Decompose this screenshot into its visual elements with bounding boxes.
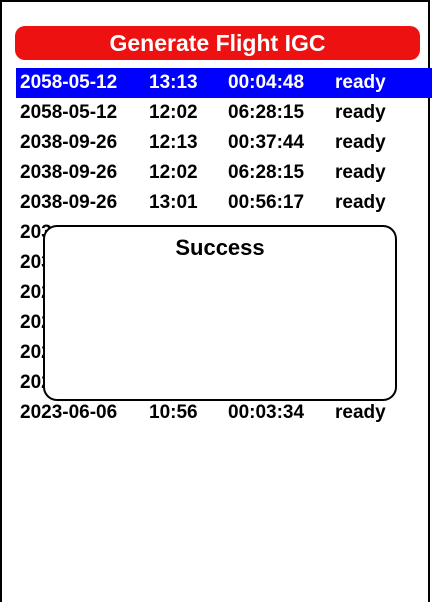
flight-status: ready [335,192,386,213]
flight-status: ready [335,162,386,183]
flight-duration: 06:28:15 [228,162,305,183]
flight-status: ready [335,132,386,153]
page-title: Generate Flight IGC [109,29,326,56]
flight-duration: 06:28:15 [228,102,305,123]
flight-status: ready [335,402,386,423]
flight-row[interactable]: 2038-09-26 12:13 00:37:44 ready [16,128,432,158]
flight-row[interactable]: 2058-05-12 13:13 00:04:48 ready [16,68,432,98]
dialog-message: Success [175,235,265,260]
success-dialog[interactable]: Success [43,225,397,401]
flight-row[interactable]: 2023-06-06 10:56 00:03:34 ready [16,398,432,428]
flight-time: 13:01 [149,192,198,213]
flight-date: 2058-05-12 [20,72,118,93]
flight-duration: 00:03:34 [228,402,305,423]
flight-time: 12:13 [149,132,198,153]
flight-duration: 00:04:48 [228,72,305,93]
flight-status: ready [335,72,386,93]
screen-frame: Generate Flight IGC 2058-05-12 13:13 00:… [0,0,432,602]
flight-status: ready [335,102,386,123]
flight-duration: 00:56:17 [228,192,305,213]
flight-row[interactable]: 2038-09-26 13:01 00:56:17 ready [16,188,432,218]
flight-time: 12:02 [149,162,198,183]
flight-time: 10:56 [149,402,198,423]
flight-row[interactable]: 2058-05-12 12:02 06:28:15 ready [16,98,432,128]
flight-row[interactable]: 2038-09-26 12:02 06:28:15 ready [16,158,432,188]
flight-duration: 00:37:44 [228,132,305,153]
flight-date: 2038-09-26 [20,192,118,213]
flight-date: 2038-09-26 [20,162,118,183]
flight-date: 2058-05-12 [20,102,118,123]
title-bar: Generate Flight IGC [15,26,420,60]
flight-date: 2038-09-26 [20,132,118,153]
flight-time: 13:13 [149,72,198,93]
flight-date: 2023-06-06 [20,402,118,423]
flight-time: 12:02 [149,102,198,123]
